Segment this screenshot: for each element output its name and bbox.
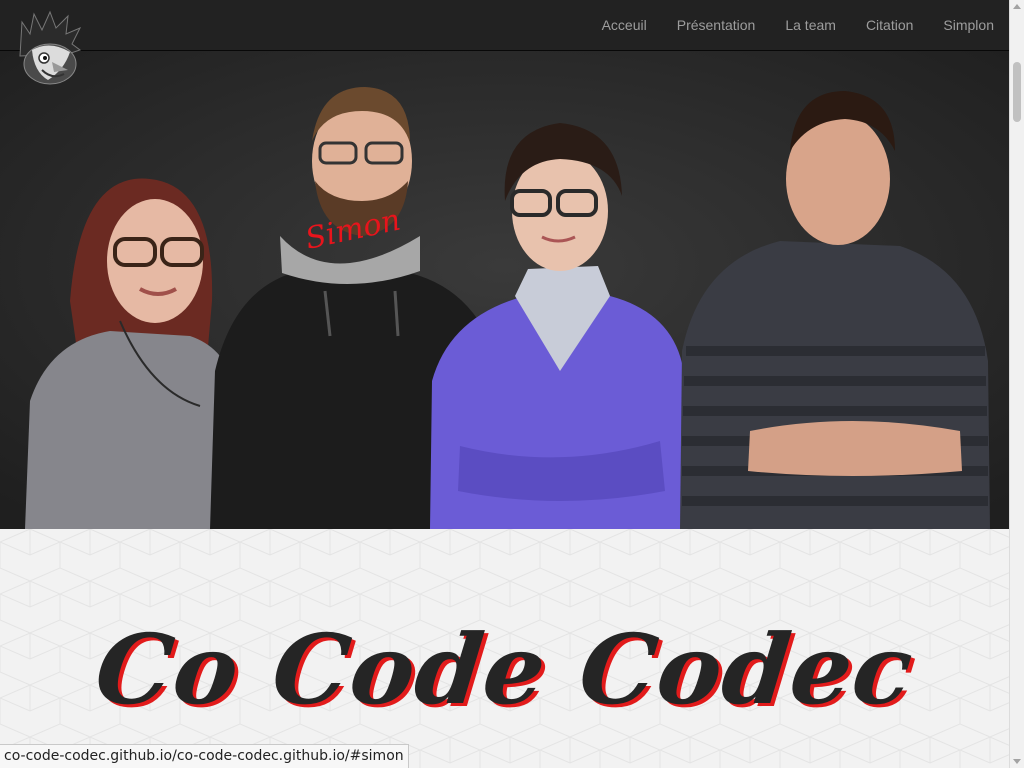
rooster-logo-icon[interactable] xyxy=(12,10,88,88)
nav-link-citation[interactable]: Citation xyxy=(866,17,913,33)
hero-title-section: Co Code Codec xyxy=(0,529,1009,768)
nav-link-simplon[interactable]: Simplon xyxy=(943,17,994,33)
site-title: Co Code Codec xyxy=(90,613,919,726)
navbar: Acceuil Présentation La team Citation Si… xyxy=(0,0,1009,51)
link-preview-statusbar: co-code-codec.github.io/co-code-codec.gi… xyxy=(0,744,409,768)
scroll-down-icon[interactable] xyxy=(1013,759,1021,764)
nav-link-la-team[interactable]: La team xyxy=(785,17,836,33)
scroll-thumb[interactable] xyxy=(1013,62,1021,122)
scroll-up-icon[interactable] xyxy=(1013,4,1021,9)
nav-links: Acceuil Présentation La team Citation Si… xyxy=(572,0,994,50)
nav-link-acceuil[interactable]: Acceuil xyxy=(602,17,647,33)
nav-link-presentation[interactable]: Présentation xyxy=(677,17,756,33)
team-photo: Simon xyxy=(0,51,1009,529)
page-scrollbar[interactable] xyxy=(1009,0,1024,768)
